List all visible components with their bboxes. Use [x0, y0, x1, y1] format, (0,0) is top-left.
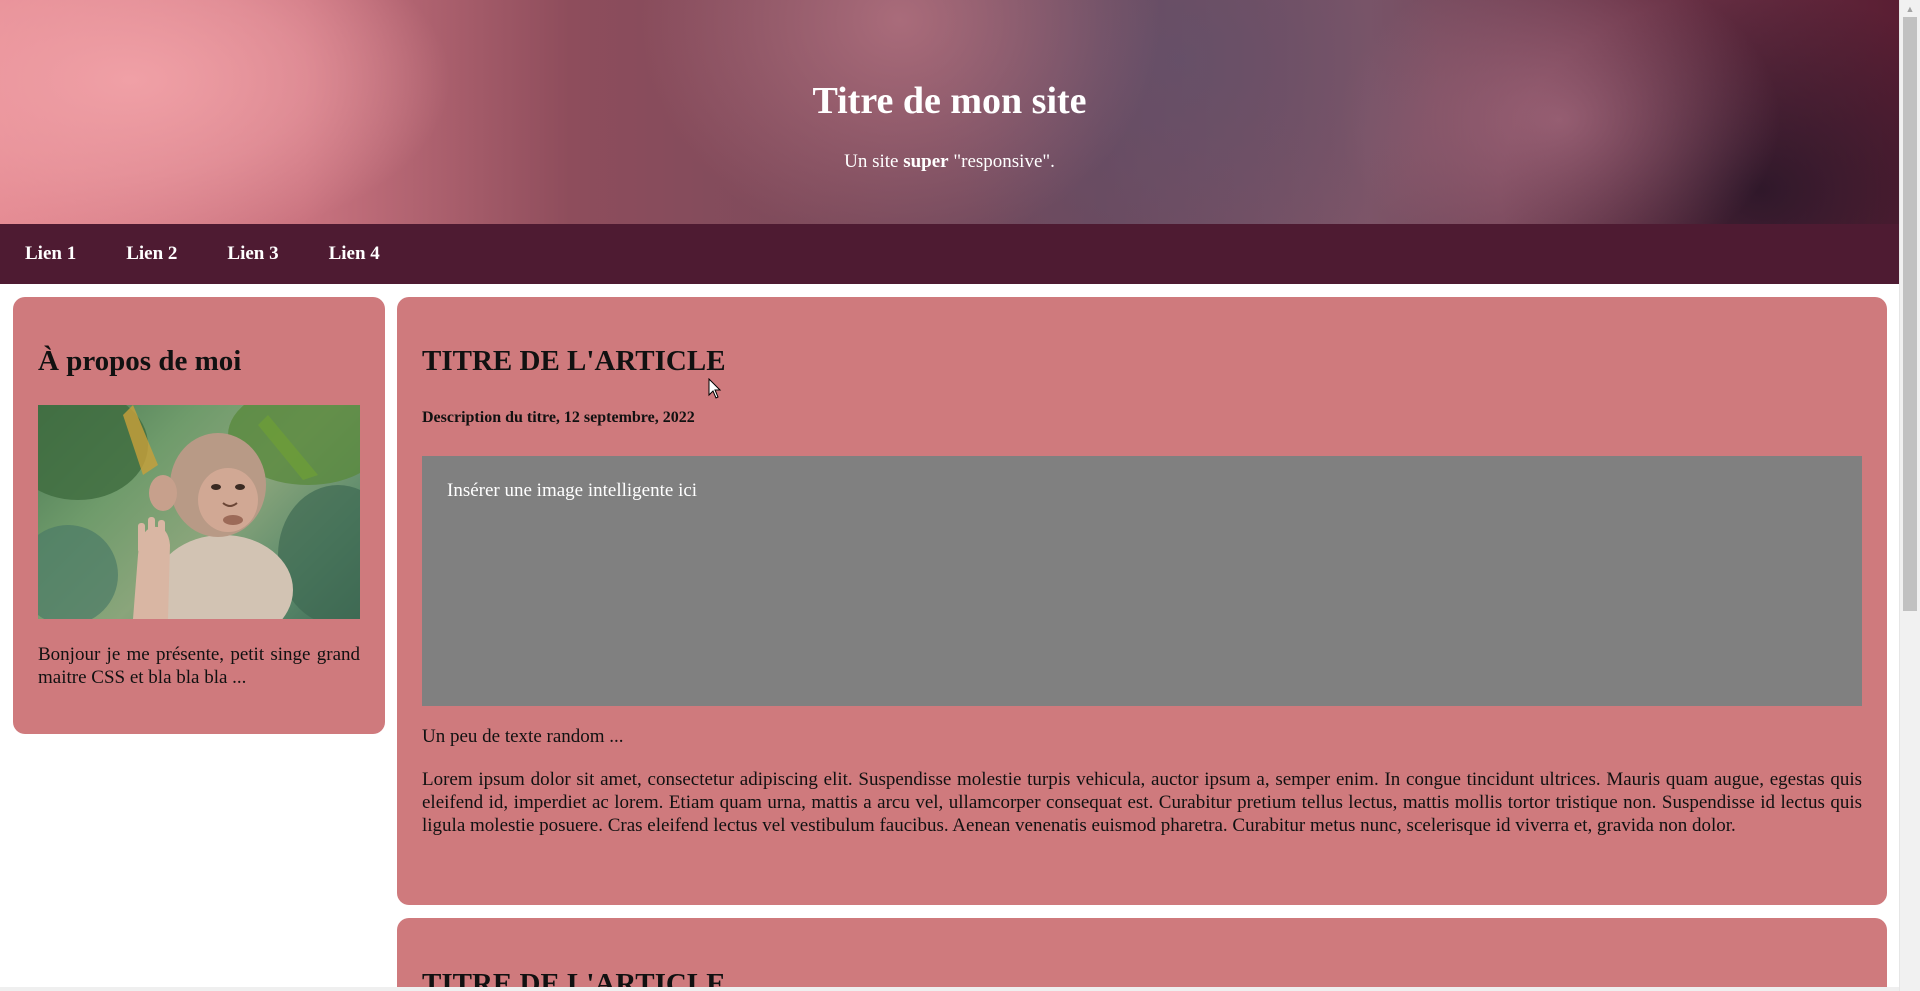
about-title: À propos de moi: [38, 345, 242, 377]
nav-link-3[interactable]: Lien 3: [202, 224, 303, 284]
monkey-photo: [38, 405, 360, 619]
tagline-bold-text: super: [903, 151, 949, 172]
article-card: TITRE DE L'ARTICLE Description du titre,…: [397, 297, 1887, 905]
article-title: TITRE DE L'ARTICLE: [422, 345, 726, 377]
article-lead: Un peu de texte random ...: [422, 726, 624, 747]
article-meta: Description du titre, 12 septembre, 2022: [422, 409, 695, 426]
scrollbar-thumb[interactable]: [1903, 17, 1917, 611]
about-card: À propos de moi Bonjour je me présente, …: [13, 297, 385, 734]
main-nav: Lien 1 Lien 2 Lien 3 Lien 4: [0, 224, 1899, 284]
nav-link-2[interactable]: Lien 2: [101, 224, 202, 284]
tagline-text-end: "responsive".: [948, 151, 1055, 172]
nav-link-1[interactable]: Lien 1: [0, 224, 101, 284]
image-placeholder: Insérer une image intelligente ici: [422, 456, 1862, 706]
image-placeholder-text: Insérer une image intelligente ici: [447, 480, 698, 501]
article-body: Lorem ipsum dolor sit amet, consectetur …: [422, 769, 1862, 836]
tagline-text-start: Un site: [844, 151, 904, 172]
about-text: Bonjour je me présente, petit singe gran…: [38, 644, 360, 688]
page: Titre de mon site Un site super "respons…: [0, 0, 1899, 991]
site-tagline: Un site super "responsive".: [0, 150, 1899, 174]
article-card-2: TITRE DE L'ARTICLE: [397, 918, 1887, 991]
bottom-edge: [0, 987, 1899, 991]
vertical-scrollbar[interactable]: ▲: [1899, 0, 1920, 991]
site-header: Titre de mon site Un site super "respons…: [0, 0, 1899, 224]
site-title: Titre de mon site: [812, 80, 1087, 122]
scroll-up-arrow-icon[interactable]: ▲: [1900, 0, 1920, 17]
nav-link-4[interactable]: Lien 4: [304, 224, 405, 284]
mouse-cursor-icon: [708, 378, 722, 399]
